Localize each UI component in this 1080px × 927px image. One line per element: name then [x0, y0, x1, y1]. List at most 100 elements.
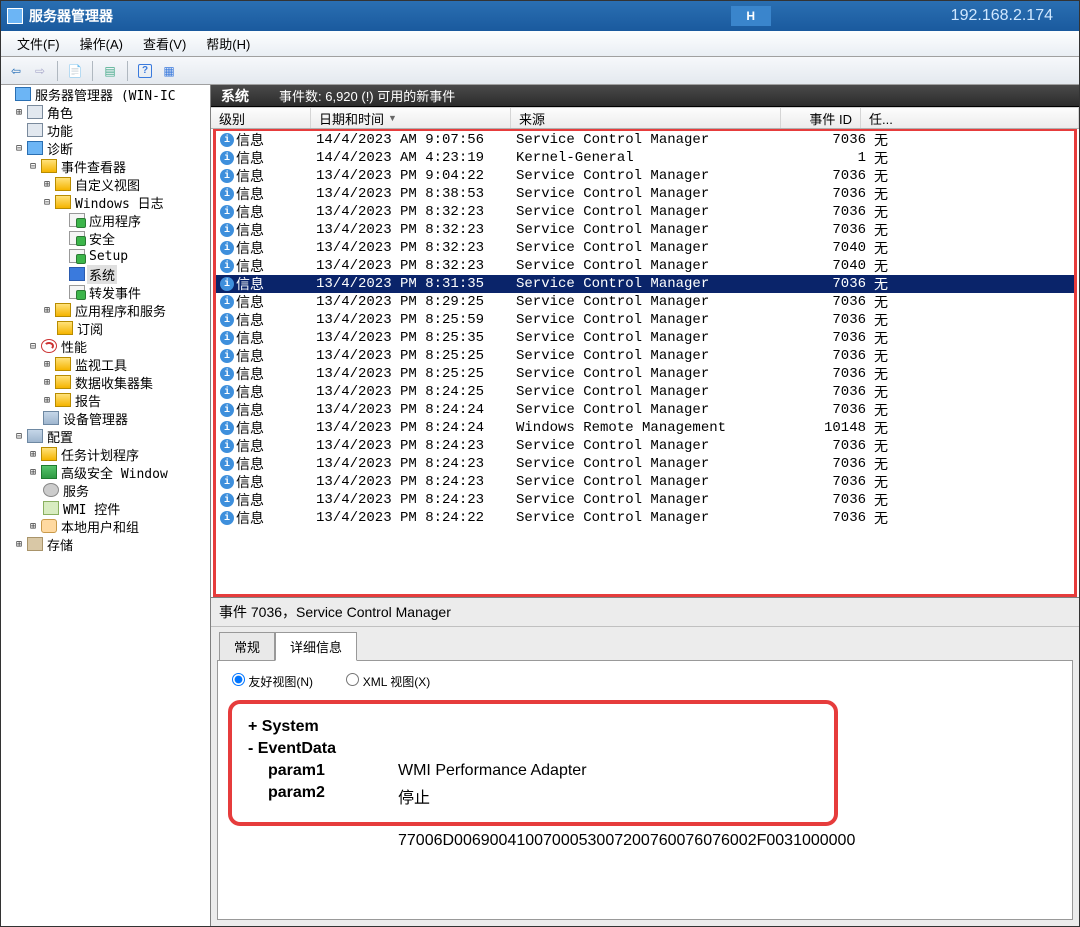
tree-wmi[interactable]: WMI 控件 [61, 499, 122, 518]
event-row[interactable]: i信息14/4/2023 AM 4:23:19Kernel-General1无 [216, 149, 1074, 167]
event-row[interactable]: i信息13/4/2023 PM 8:25:25Service Control M… [216, 347, 1074, 365]
event-row[interactable]: i信息13/4/2023 PM 8:24:24Service Control M… [216, 401, 1074, 419]
event-row[interactable]: i信息13/4/2023 PM 8:31:35Service Control M… [216, 275, 1074, 293]
event-row[interactable]: i信息13/4/2023 PM 8:32:23Service Control M… [216, 221, 1074, 239]
tree-advanced-firewall[interactable]: 高级安全 Window [59, 463, 170, 482]
menu-help[interactable]: 帮助(H) [196, 31, 260, 56]
navigation-tree[interactable]: 服务器管理器 (WIN-IC ⊞角色 功能 ⊟诊断 ⊟事件查看器 ⊞自定义视图 … [1, 85, 211, 926]
menu-action[interactable]: 操作(A) [70, 31, 133, 56]
tree-application[interactable]: 应用程序 [87, 211, 143, 230]
row-level: 信息 [236, 166, 264, 186]
tree-diagnostics[interactable]: 诊断 [45, 139, 75, 158]
row-datetime: 13/4/2023 PM 8:24:23 [316, 456, 516, 472]
col-datetime[interactable]: 日期和时间▼ [311, 108, 511, 128]
events-columns-header[interactable]: 级别 日期和时间▼ 来源 事件 ID 任... [211, 107, 1079, 129]
eventdata-highlight: + System - EventData param1WMI Performan… [228, 700, 838, 826]
row-datetime: 13/4/2023 PM 8:24:23 [316, 492, 516, 508]
users-icon [41, 519, 57, 533]
event-row[interactable]: i信息13/4/2023 PM 8:32:23Service Control M… [216, 257, 1074, 275]
tree-performance[interactable]: 性能 [59, 337, 89, 356]
event-row[interactable]: i信息13/4/2023 PM 8:24:24Windows Remote Ma… [216, 419, 1074, 437]
tab-general[interactable]: 常规 [219, 632, 275, 661]
tree-custom-views[interactable]: 自定义视图 [73, 175, 142, 194]
col-level[interactable]: 级别 [211, 108, 311, 128]
menu-bar: 文件(F) 操作(A) 查看(V) 帮助(H) [1, 31, 1079, 57]
event-row[interactable]: i信息13/4/2023 PM 8:25:35Service Control M… [216, 329, 1074, 347]
tree-subscriptions[interactable]: 订阅 [75, 319, 105, 338]
row-datetime: 13/4/2023 PM 8:38:53 [316, 186, 516, 202]
tree-system[interactable]: 系统 [87, 265, 117, 284]
nav-back-button[interactable]: ⇦ [5, 60, 27, 82]
tree-roles[interactable]: 角色 [45, 103, 75, 122]
tree-features[interactable]: 功能 [45, 121, 75, 140]
col-event-id[interactable]: 事件 ID [781, 108, 861, 128]
event-row[interactable]: i信息13/4/2023 PM 8:29:25Service Control M… [216, 293, 1074, 311]
events-list[interactable]: i信息14/4/2023 AM 9:07:56Service Control M… [213, 129, 1077, 597]
col-task[interactable]: 任... [861, 108, 1079, 128]
eventdata-node[interactable]: - EventData [248, 740, 818, 758]
menu-view[interactable]: 查看(V) [133, 31, 196, 56]
event-detail-title: 事件 7036，Service Control Manager [211, 598, 1079, 627]
nav-forward-button[interactable]: ⇨ [29, 60, 51, 82]
wmi-icon [43, 501, 59, 515]
refresh-button[interactable]: ▦ [158, 60, 180, 82]
event-row[interactable]: i信息13/4/2023 PM 8:25:25Service Control M… [216, 365, 1074, 383]
tree-apps-services[interactable]: 应用程序和服务 [73, 301, 168, 320]
tree-windows-logs[interactable]: Windows 日志 [73, 193, 166, 212]
tree-forwarded[interactable]: 转发事件 [87, 283, 143, 302]
row-task: 无 [866, 382, 888, 402]
event-row[interactable]: i信息13/4/2023 PM 8:24:25Service Control M… [216, 383, 1074, 401]
event-row[interactable]: i信息13/4/2023 PM 9:04:22Service Control M… [216, 167, 1074, 185]
tree-event-viewer[interactable]: 事件查看器 [59, 157, 128, 176]
row-source: Service Control Manager [516, 438, 786, 454]
properties-button[interactable]: ▤ [99, 60, 121, 82]
radio-xml-view[interactable]: XML 视图(X) [346, 675, 430, 689]
tree-task-scheduler[interactable]: 任务计划程序 [59, 445, 141, 464]
show-hide-tree-button[interactable]: 📄 [64, 60, 86, 82]
row-level: 信息 [236, 130, 264, 150]
col-source[interactable]: 来源 [511, 108, 781, 128]
event-row[interactable]: i信息13/4/2023 PM 8:32:23Service Control M… [216, 203, 1074, 221]
tree-reports[interactable]: 报告 [73, 391, 103, 410]
row-level: 信息 [236, 202, 264, 222]
event-row[interactable]: i信息13/4/2023 PM 8:32:23Service Control M… [216, 239, 1074, 257]
info-icon: i [220, 385, 234, 399]
event-row[interactable]: i信息13/4/2023 PM 8:24:23Service Control M… [216, 491, 1074, 509]
row-level: 信息 [236, 490, 264, 510]
tree-dcs[interactable]: 数据收集器集 [73, 373, 155, 392]
menu-file[interactable]: 文件(F) [7, 31, 70, 56]
event-row[interactable]: i信息13/4/2023 PM 8:38:53Service Control M… [216, 185, 1074, 203]
tree-security[interactable]: 安全 [87, 229, 117, 248]
row-event-id: 7036 [786, 492, 866, 508]
row-source: Service Control Manager [516, 312, 786, 328]
tree-device-manager[interactable]: 设备管理器 [61, 409, 130, 428]
row-source: Service Control Manager [516, 240, 786, 256]
tree-services[interactable]: 服务 [61, 481, 91, 500]
param1-label: param1 [268, 762, 398, 780]
tree-storage[interactable]: 存储 [45, 535, 75, 554]
event-row[interactable]: i信息13/4/2023 PM 8:25:59Service Control M… [216, 311, 1074, 329]
event-row[interactable]: i信息13/4/2023 PM 8:24:23Service Control M… [216, 473, 1074, 491]
event-row[interactable]: i信息13/4/2023 PM 8:24:23Service Control M… [216, 455, 1074, 473]
row-source: Kernel-General [516, 150, 786, 166]
event-row[interactable]: i信息13/4/2023 PM 8:24:23Service Control M… [216, 437, 1074, 455]
info-icon: i [220, 475, 234, 489]
tree-root[interactable]: 服务器管理器 (WIN-IC [33, 85, 178, 104]
row-task: 无 [866, 508, 888, 528]
ip-address: 192.168.2.174 [951, 7, 1053, 25]
row-datetime: 13/4/2023 PM 8:25:25 [316, 366, 516, 382]
tree-configuration[interactable]: 配置 [45, 427, 75, 446]
event-row[interactable]: i信息14/4/2023 AM 9:07:56Service Control M… [216, 131, 1074, 149]
radio-friendly-view[interactable]: 友好视图(N) [232, 675, 313, 689]
tab-details[interactable]: 详细信息 [275, 632, 357, 661]
tree-local-users[interactable]: 本地用户和组 [59, 517, 141, 536]
system-node[interactable]: + System [248, 718, 818, 736]
help-button[interactable]: ? [134, 60, 156, 82]
tree-setup[interactable]: Setup [87, 249, 130, 264]
tree-monitoring-tools[interactable]: 监视工具 [73, 355, 129, 374]
row-event-id: 7036 [786, 402, 866, 418]
firewall-icon [41, 465, 57, 479]
event-row[interactable]: i信息13/4/2023 PM 8:24:22Service Control M… [216, 509, 1074, 527]
info-icon: i [220, 493, 234, 507]
diagnostics-icon [27, 141, 43, 155]
